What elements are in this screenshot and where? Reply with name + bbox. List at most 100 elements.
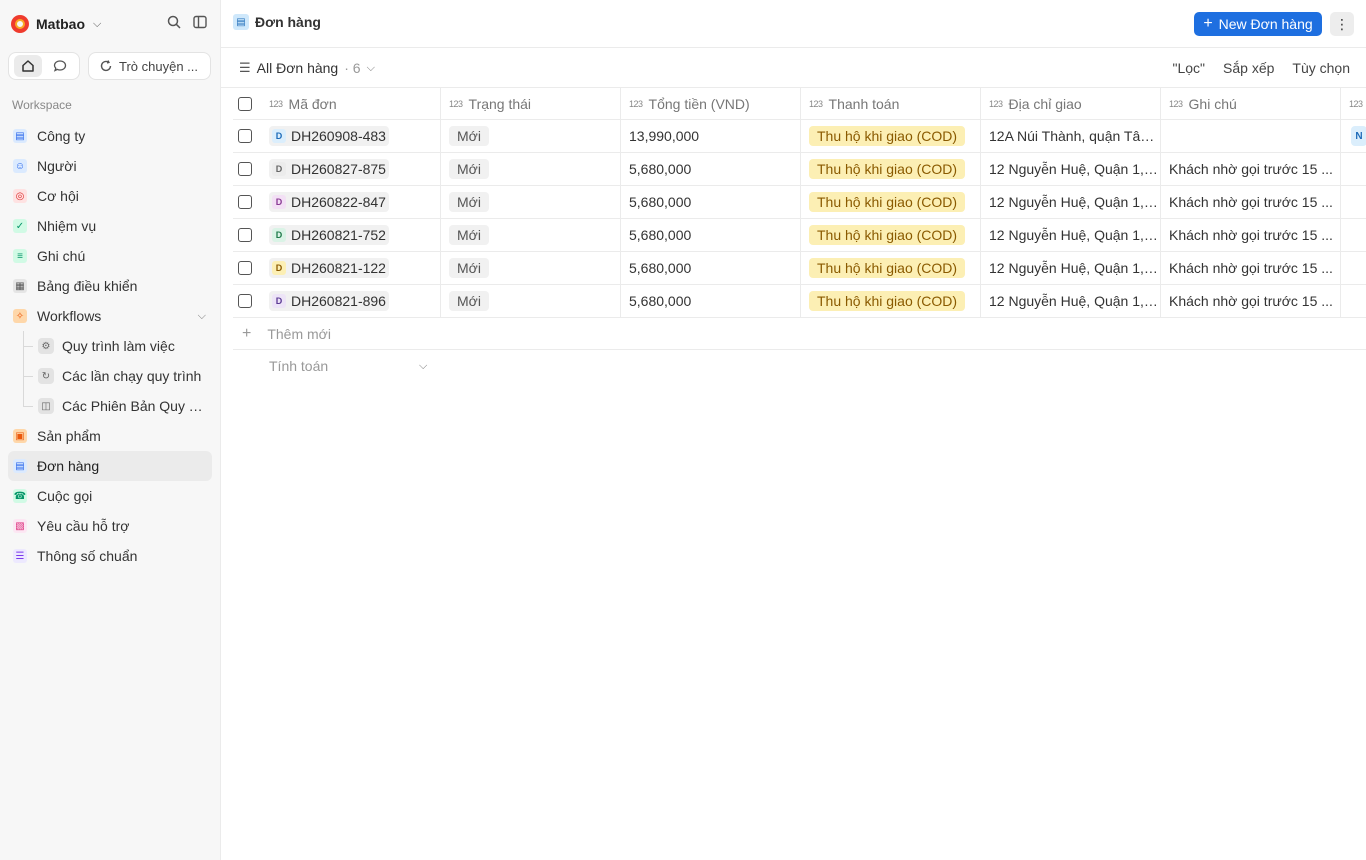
payment-cell[interactable]: Thu hộ khi giao (COD)	[801, 153, 981, 185]
payment-cell[interactable]: Thu hộ khi giao (COD)	[801, 219, 981, 251]
note-cell[interactable]: Khách nhờ gọi trước 15 ...	[1161, 285, 1341, 317]
chat-bubble-icon[interactable]	[46, 55, 74, 77]
row-checkbox[interactable]	[238, 195, 252, 209]
order-code-chip[interactable]: D DH260821-752	[269, 225, 389, 245]
extra-cell[interactable]: N	[1341, 120, 1366, 152]
total-cell[interactable]: 5,680,000	[621, 219, 801, 251]
row-checkbox[interactable]	[238, 129, 252, 143]
row-checkbox[interactable]	[238, 294, 252, 308]
calculate-row[interactable]: Tính toán ⌵	[233, 350, 1366, 382]
address-cell[interactable]: 12 Nguyễn Huệ, Quận 1, ...	[981, 186, 1161, 218]
column-header-code[interactable]: 123 Mã đơn	[261, 88, 441, 119]
address-cell[interactable]: 12 Nguyễn Huệ, Quận 1, ...	[981, 153, 1161, 185]
extra-cell[interactable]	[1341, 285, 1366, 317]
sidebar-item-workflows[interactable]: ✧ Workflows ⌵	[8, 301, 212, 331]
sidebar-item-support-requests[interactable]: ▧ Yêu cầu hỗ trợ	[8, 511, 212, 541]
table-row[interactable]: D DH260822-847 Mới 5,680,000 Thu hộ khi giao…	[233, 186, 1366, 219]
extra-chip: N	[1351, 126, 1366, 146]
row-checkbox[interactable]	[238, 228, 252, 242]
status-cell[interactable]: Mới	[441, 153, 621, 185]
total-cell[interactable]: 5,680,000	[621, 285, 801, 317]
extra-cell[interactable]	[1341, 252, 1366, 284]
table-row[interactable]: D DH260908-483 Mới 13,990,000 Thu hộ khi gia…	[233, 120, 1366, 153]
extra-cell[interactable]	[1341, 219, 1366, 251]
sidebar-item-people[interactable]: ☺ Người	[8, 151, 212, 181]
sidebar-item-notes[interactable]: ≡ Ghi chú	[8, 241, 212, 271]
payment-cell[interactable]: Thu hộ khi giao (COD)	[801, 252, 981, 284]
status-cell[interactable]: Mới	[441, 285, 621, 317]
note-cell[interactable]: Khách nhờ gọi trước 15 ...	[1161, 153, 1341, 185]
order-code-cell[interactable]: D DH260827-875	[261, 153, 441, 185]
column-header-payment[interactable]: 123 Thanh toán	[801, 88, 981, 119]
address-cell[interactable]: 12 Nguyễn Huệ, Quận 1, ...	[981, 252, 1161, 284]
chevron-down-icon[interactable]: ⌵	[198, 310, 206, 323]
sidebar-item-orders[interactable]: ▤ Đơn hàng	[8, 451, 212, 481]
search-icon[interactable]	[166, 14, 182, 30]
collapse-sidebar-icon[interactable]	[192, 14, 208, 30]
payment-cell[interactable]: Thu hộ khi giao (COD)	[801, 186, 981, 218]
order-code-chip[interactable]: D DH260822-847	[269, 192, 389, 212]
options-button[interactable]: Tùy chọn	[1292, 60, 1350, 76]
order-code-chip[interactable]: D DH260827-875	[269, 159, 389, 179]
sidebar-subitem-workflow-versions[interactable]: ◫ Các Phiên Bản Quy Trình	[8, 391, 212, 421]
extra-cell[interactable]	[1341, 186, 1366, 218]
new-chat-button[interactable]: Trò chuyện ...	[88, 52, 211, 80]
order-code-chip[interactable]: D DH260821-122	[269, 258, 389, 278]
total-cell[interactable]: 5,680,000	[621, 153, 801, 185]
note-cell[interactable]: Khách nhờ gọi trước 15 ...	[1161, 186, 1341, 218]
note-cell[interactable]: Khách nhờ gọi trước 15 ...	[1161, 219, 1341, 251]
sidebar-item-opportunities[interactable]: ◎ Cơ hội	[8, 181, 212, 211]
note-cell[interactable]	[1161, 120, 1341, 152]
table-row[interactable]: D DH260821-122 Mới 5,680,000 Thu hộ khi giao…	[233, 252, 1366, 285]
sidebar-item-companies[interactable]: ▤ Công ty	[8, 121, 212, 151]
row-checkbox[interactable]	[238, 162, 252, 176]
home-icon[interactable]	[14, 55, 42, 77]
sidebar-item-standard-specs[interactable]: ☰ Thông số chuẩn	[8, 541, 212, 571]
column-header-address[interactable]: 123 Địa chỉ giao	[981, 88, 1161, 119]
column-header-more[interactable]: 123	[1341, 88, 1366, 119]
order-code-chip[interactable]: D DH260908-483	[269, 126, 389, 146]
add-record-row[interactable]: + Thêm mới	[233, 318, 1366, 350]
column-header-total[interactable]: 123 Tổng tiền (VND)	[621, 88, 801, 119]
total-cell[interactable]: 5,680,000	[621, 186, 801, 218]
table-row[interactable]: D DH260821-896 Mới 5,680,000 Thu hộ khi giao…	[233, 285, 1366, 318]
address-cell[interactable]: 12A Núi Thành, quận Tân ...	[981, 120, 1161, 152]
status-cell[interactable]: Mới	[441, 120, 621, 152]
address-cell[interactable]: 12 Nguyễn Huệ, Quận 1, ...	[981, 219, 1161, 251]
total-cell[interactable]: 5,680,000	[621, 252, 801, 284]
order-code-chip[interactable]: D DH260821-896	[269, 291, 389, 311]
sort-button[interactable]: Sắp xếp	[1223, 60, 1274, 76]
payment-cell[interactable]: Thu hộ khi giao (COD)	[801, 285, 981, 317]
view-selector[interactable]: ☰ All Đơn hàng · 6 ⌵	[239, 60, 375, 76]
status-cell[interactable]: Mới	[441, 186, 621, 218]
order-code-cell[interactable]: D DH260822-847	[261, 186, 441, 218]
sidebar-subitem-workflow-runs[interactable]: ↻ Các lần chạy quy trình	[8, 361, 212, 391]
new-order-button[interactable]: + New Đơn hàng	[1194, 12, 1322, 36]
history-icon: ↻	[38, 368, 54, 384]
sidebar-item-calls[interactable]: ☎ Cuộc gọi	[8, 481, 212, 511]
sidebar-item-products[interactable]: ▣ Sản phẩm	[8, 421, 212, 451]
total-cell[interactable]: 13,990,000	[621, 120, 801, 152]
table-row[interactable]: D DH260821-752 Mới 5,680,000 Thu hộ khi giao…	[233, 219, 1366, 252]
table-row[interactable]: D DH260827-875 Mới 5,680,000 Thu hộ khi giao…	[233, 153, 1366, 186]
status-cell[interactable]: Mới	[441, 252, 621, 284]
sidebar-item-dashboards[interactable]: ▦ Bảng điều khiển	[8, 271, 212, 301]
row-checkbox[interactable]	[238, 261, 252, 275]
sidebar-subitem-workflows[interactable]: ⚙ Quy trình làm việc	[8, 331, 212, 361]
status-cell[interactable]: Mới	[441, 219, 621, 251]
note-cell[interactable]: Khách nhờ gọi trước 15 ...	[1161, 252, 1341, 284]
sidebar-item-tasks[interactable]: ✓ Nhiệm vụ	[8, 211, 212, 241]
payment-cell[interactable]: Thu hộ khi giao (COD)	[801, 120, 981, 152]
select-all-checkbox[interactable]	[238, 96, 252, 111]
order-code-cell[interactable]: D DH260908-483	[261, 120, 441, 152]
column-header-status[interactable]: 123 Trạng thái	[441, 88, 621, 119]
extra-cell[interactable]	[1341, 153, 1366, 185]
order-code-cell[interactable]: D DH260821-122	[261, 252, 441, 284]
order-code-cell[interactable]: D DH260821-896	[261, 285, 441, 317]
workspace-switcher[interactable]: Matbao ⌵	[8, 12, 101, 36]
column-header-note[interactable]: 123 Ghi chú	[1161, 88, 1341, 119]
more-options-icon[interactable]: ⋮	[1330, 12, 1354, 36]
filter-button[interactable]: "Lọc"	[1173, 60, 1206, 76]
address-cell[interactable]: 12 Nguyễn Huệ, Quận 1, ...	[981, 285, 1161, 317]
order-code-cell[interactable]: D DH260821-752	[261, 219, 441, 251]
